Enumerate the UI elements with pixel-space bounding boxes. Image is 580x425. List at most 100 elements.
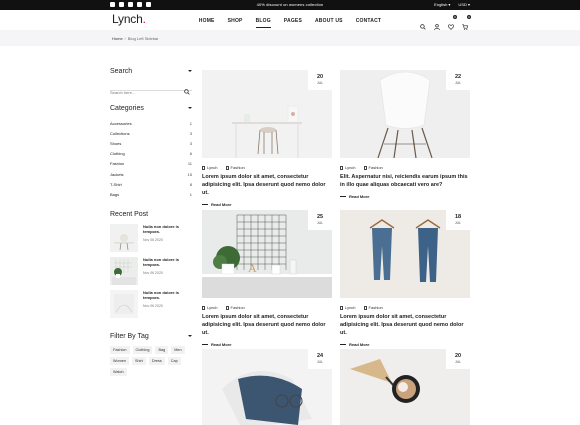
tag-cap[interactable]: Cap (167, 356, 181, 365)
post-day: 24 (316, 353, 324, 359)
category-label: Collections (110, 130, 130, 136)
post-title[interactable]: Lorem ipsum dolor sit amet, consectetur … (340, 313, 470, 337)
category-item[interactable]: Jackets 15 (110, 169, 192, 179)
site-header: Lynch. HOME SHOP BLOG PAGES ABOUT US CON… (0, 10, 580, 31)
post-category[interactable]: Fashion (225, 165, 245, 170)
post-author[interactable]: Lynch (340, 165, 356, 170)
post-author-text: Lynch (207, 305, 218, 310)
post-author-text: Lynch (345, 165, 356, 170)
post-category[interactable]: Fashion (363, 305, 383, 310)
tags-widget-title[interactable]: Filter By Tag (110, 333, 192, 340)
nav-contact[interactable]: CONTACT (356, 18, 381, 24)
category-item[interactable]: Shoes 3 (110, 138, 192, 148)
post-title[interactable]: Elit. Aspernatur nisi, reiciendis earum … (340, 173, 470, 189)
category-count: 6 (189, 151, 192, 157)
category-count: 1 (189, 191, 192, 197)
tag-shirt[interactable]: Shirt (132, 356, 146, 365)
category-item[interactable]: T-Shirt 8 (110, 179, 192, 189)
post-image[interactable]: 22 JUL (340, 70, 470, 158)
read-more-link[interactable]: Read More (340, 342, 470, 347)
post-author-text: Lynch (345, 305, 356, 310)
nav-pages[interactable]: PAGES (284, 18, 302, 24)
category-count: 11 (187, 161, 192, 167)
currency-label: USD (458, 2, 467, 7)
folder-icon (225, 165, 229, 170)
recent-post-thumbnail[interactable] (110, 256, 138, 285)
category-item[interactable]: Collections 3 (110, 128, 192, 138)
tag-clothing[interactable]: Clothing (132, 345, 153, 354)
read-more-link[interactable]: Read More (340, 194, 470, 199)
recent-post-title-text[interactable]: Nulla non dolore is tempora. (143, 257, 191, 268)
category-item[interactable]: Bags 1 (110, 189, 192, 199)
user-icon[interactable] (434, 17, 440, 31)
recent-post-title: Recent Post (110, 210, 149, 218)
recent-post-item[interactable]: Nulla non dolore is tempora. Nov 06 2020 (110, 256, 192, 288)
user-icon (202, 305, 205, 310)
post-image[interactable]: 20 JUL (340, 349, 470, 425)
user-icon (340, 305, 343, 310)
post-category[interactable]: Fashion (363, 165, 383, 170)
tag-men[interactable]: Men (171, 345, 185, 354)
category-count: 8 (189, 181, 192, 187)
post-date-badge: 25 JUL (308, 210, 332, 230)
category-item[interactable]: Clothing 6 (110, 149, 192, 159)
search-widget-title[interactable]: Search (110, 68, 192, 75)
post-image[interactable]: 24 JUL (202, 349, 332, 425)
category-item[interactable]: Accessories 1 (110, 118, 192, 128)
search-icon[interactable] (420, 17, 426, 30)
post-author[interactable]: Lynch (202, 165, 218, 170)
breadcrumb-home[interactable]: Home (112, 36, 123, 41)
post-author[interactable]: Lynch (202, 305, 218, 310)
blog-post-card: 24 JUL (202, 349, 332, 425)
recent-post-date: Nov 06 2020 (143, 237, 163, 242)
post-category[interactable]: Fashion (225, 305, 245, 310)
post-day: 20 (316, 74, 324, 80)
post-category-text: Fashion (368, 305, 383, 310)
nav-blog[interactable]: BLOG (255, 18, 272, 28)
post-image[interactable]: 18 JUL (340, 210, 470, 298)
post-image[interactable]: 20 JUL (202, 70, 332, 158)
post-category-text: Fashion (230, 305, 245, 310)
recent-post-date: Nov 06 2020 (143, 270, 163, 275)
categories-widget-title[interactable]: Categories (110, 105, 192, 112)
nav-home[interactable]: HOME (199, 18, 215, 24)
post-image[interactable]: A 25 JUL (202, 210, 332, 298)
read-more-link[interactable]: Read More (202, 202, 332, 207)
tag-bag[interactable]: Bag (155, 345, 169, 354)
recent-post-title-text[interactable]: Nulla non dolore is tempora. (143, 290, 191, 301)
cart-icon[interactable]: 0 (462, 15, 471, 30)
tag-women[interactable]: Women (110, 356, 130, 365)
chevron-down-icon (188, 70, 192, 72)
post-category-text: Fashion (368, 165, 383, 170)
post-title[interactable]: Lorem ipsum dolor sit amet, consectetur … (202, 313, 332, 337)
search-input[interactable] (110, 88, 180, 97)
post-author[interactable]: Lynch (340, 305, 356, 310)
wishlist-icon[interactable]: 0 (447, 15, 457, 30)
category-label: Jackets (110, 171, 124, 177)
post-month: JUL (454, 221, 462, 225)
category-count: 3 (189, 130, 192, 136)
post-date-badge: 20 JUL (446, 349, 470, 369)
currency-select[interactable]: USD ▾ (458, 2, 470, 7)
header-icons: 0 0 (420, 15, 471, 31)
recent-post-thumbnail[interactable] (110, 223, 138, 252)
tag-watch[interactable]: Watch (110, 367, 127, 376)
post-title[interactable]: Lorem ipsum dolor sit amet, consectetur … (202, 173, 332, 197)
nav-about-us[interactable]: ABOUT US (315, 18, 343, 24)
category-item[interactable]: Fashion 11 (110, 159, 192, 169)
post-month: JUL (316, 221, 324, 225)
nav-shop[interactable]: SHOP (228, 18, 243, 24)
recent-post-item[interactable]: Nulla non dolore is tempora. Nov 06 2020 (110, 223, 192, 255)
recent-post-thumbnail[interactable] (110, 289, 138, 318)
tag-fashion[interactable]: Fashion (110, 345, 130, 354)
tag-dress[interactable]: Dress (148, 356, 165, 365)
recent-post-item[interactable]: Nulla non dolore is tempora. Nov 06 2020 (110, 289, 192, 321)
search-icon[interactable] (184, 82, 190, 100)
category-label: Shoes (110, 140, 122, 146)
recent-post-title-text[interactable]: Nulla non dolore is tempora. (143, 224, 191, 235)
search-form (110, 81, 192, 97)
language-select[interactable]: English ▾ (434, 2, 450, 7)
read-more-link[interactable]: Read More (202, 342, 332, 347)
post-month: JUL (454, 360, 462, 364)
post-month: JUL (454, 81, 462, 85)
